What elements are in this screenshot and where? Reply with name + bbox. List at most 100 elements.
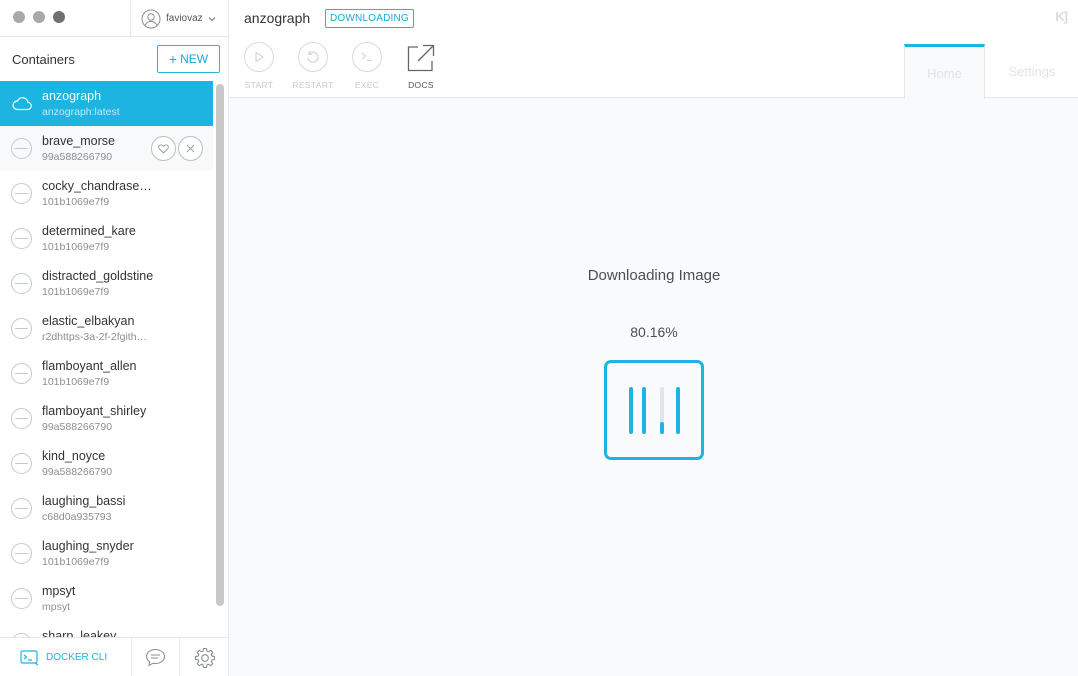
container-item[interactable]: sharp_leakey [0, 621, 213, 637]
stopped-status-icon [11, 183, 32, 204]
container-header: anzograph DOWNLOADING K] START RESTART E… [230, 0, 1078, 99]
exec-icon-wrap [352, 42, 382, 72]
stopped-status-icon [11, 228, 32, 249]
docs-label: DOCS [408, 80, 434, 90]
stopped-status-icon [11, 498, 32, 519]
docker-cli-button[interactable]: DOCKER CLI [0, 638, 132, 676]
container-name: laughing_snyder [42, 539, 134, 553]
play-icon [255, 51, 265, 63]
new-button-label: NEW [180, 52, 209, 66]
container-item[interactable]: cocky_chandrase… 101b1069e7f9 [0, 171, 213, 216]
progress-bar-4 [676, 387, 680, 434]
container-image: 101b1069e7f9 [42, 286, 110, 298]
container-item[interactable]: brave_morse 99a588266790 [0, 126, 213, 171]
delete-container-button[interactable] [178, 136, 203, 161]
window-titlebar: faviovaz [0, 0, 229, 37]
start-label: START [244, 80, 274, 90]
plus-icon: + [168, 51, 178, 67]
container-image: 99a588266790 [42, 466, 113, 478]
stopped-status-icon [11, 138, 32, 159]
container-item[interactable]: determined_kare 101b1069e7f9 [0, 216, 213, 261]
preferences-button[interactable] [181, 638, 229, 676]
progress-bar-1 [629, 387, 633, 434]
docker-cli-label: DOCKER CLI [46, 652, 108, 663]
container-tabs: Home Settings [904, 44, 1078, 99]
gear-icon [194, 647, 216, 668]
sidebar: faviovaz Containers + NEW anzograph anzog… [0, 0, 229, 676]
container-image: 101b1069e7f9 [42, 241, 110, 253]
feedback-button[interactable] [132, 638, 180, 676]
container-item[interactable]: laughing_snyder 101b1069e7f9 [0, 531, 213, 576]
container-item[interactable]: elastic_elbakyan r2dhttps-3a-2f-2fgith… [0, 306, 213, 351]
kitematic-logo: K] [1055, 9, 1068, 24]
restart-icon [307, 51, 319, 63]
start-icon-wrap [244, 42, 274, 72]
restart-label: RESTART [292, 80, 334, 90]
external-link-icon [407, 44, 435, 72]
container-name: flamboyant_shirley [42, 404, 147, 418]
containers-title: Containers [12, 52, 75, 67]
container-name: brave_morse [42, 134, 115, 148]
container-name: kind_noyce [42, 449, 106, 463]
username: faviovaz [166, 13, 203, 24]
container-item[interactable]: anzograph anzograph:latest [0, 81, 213, 126]
start-button[interactable]: START [236, 42, 282, 92]
minimize-window-button[interactable] [33, 11, 45, 23]
sidebar-scrollbar[interactable] [216, 84, 224, 606]
container-image: c68d0a935793 [42, 511, 112, 523]
exec-label: EXEC [354, 80, 380, 90]
user-menu[interactable]: faviovaz [130, 0, 229, 37]
stopped-status-icon [11, 318, 32, 339]
user-avatar-icon [141, 9, 161, 28]
new-container-button[interactable]: + NEW [157, 45, 220, 73]
container-name: elastic_elbakyan [42, 314, 135, 328]
chevron-down-icon [208, 16, 216, 21]
container-item[interactable]: laughing_bassi c68d0a935793 [0, 486, 213, 531]
cloud-download-icon [11, 93, 32, 114]
container-list: anzograph anzograph:latest brave_morse 99a5… [0, 81, 213, 637]
download-progress-indicator [604, 360, 704, 460]
terminal-icon [361, 52, 372, 62]
favorite-button[interactable] [151, 136, 176, 161]
container-name: flamboyant_allen [42, 359, 137, 373]
docs-button[interactable]: DOCS [398, 42, 444, 92]
stopped-status-icon [11, 273, 32, 294]
container-image: 101b1069e7f9 [42, 376, 110, 388]
container-item[interactable]: kind_noyce 99a588266790 [0, 441, 213, 486]
container-name: cocky_chandrase… [42, 179, 152, 193]
tab-home[interactable]: Home [904, 44, 985, 99]
progress-bar-3 [660, 422, 664, 434]
stopped-status-icon [11, 543, 32, 564]
container-name: distracted_goldstine [42, 269, 154, 283]
container-item[interactable]: distracted_goldstine 101b1069e7f9 [0, 261, 213, 306]
main-panel: anzograph DOWNLOADING K] START RESTART E… [230, 0, 1078, 676]
container-actions [151, 136, 203, 161]
exec-button[interactable]: EXEC [344, 42, 390, 92]
container-name: mpsyt [42, 584, 76, 598]
container-image: r2dhttps-3a-2f-2fgith… [42, 331, 148, 343]
download-title: Downloading Image [587, 267, 721, 284]
container-image: anzograph:latest [42, 106, 120, 118]
restart-button[interactable]: RESTART [290, 42, 336, 92]
container-name: sharp_leakey [42, 629, 117, 637]
maximize-window-button[interactable] [53, 11, 65, 23]
status-badge: DOWNLOADING [325, 9, 414, 28]
containers-header: Containers + NEW [0, 37, 229, 81]
heart-icon [158, 143, 169, 154]
container-item[interactable]: flamboyant_shirley 99a588266790 [0, 396, 213, 441]
stopped-status-icon [11, 408, 32, 429]
container-name: anzograph [42, 89, 102, 103]
docker-cli-icon [20, 649, 39, 665]
stopped-status-icon [11, 363, 32, 384]
download-percent: 80.16% [630, 324, 678, 340]
container-image: 99a588266790 [42, 151, 113, 163]
tab-settings[interactable]: Settings [985, 44, 1078, 98]
container-image: mpsyt [42, 601, 71, 613]
container-image: 99a588266790 [42, 421, 113, 433]
container-item[interactable]: flamboyant_allen 101b1069e7f9 [0, 351, 213, 396]
stopped-status-icon [11, 453, 32, 474]
close-window-button[interactable] [13, 11, 25, 23]
stopped-status-icon [11, 588, 32, 609]
container-item[interactable]: mpsyt mpsyt [0, 576, 213, 621]
container-image: 101b1069e7f9 [42, 196, 110, 208]
